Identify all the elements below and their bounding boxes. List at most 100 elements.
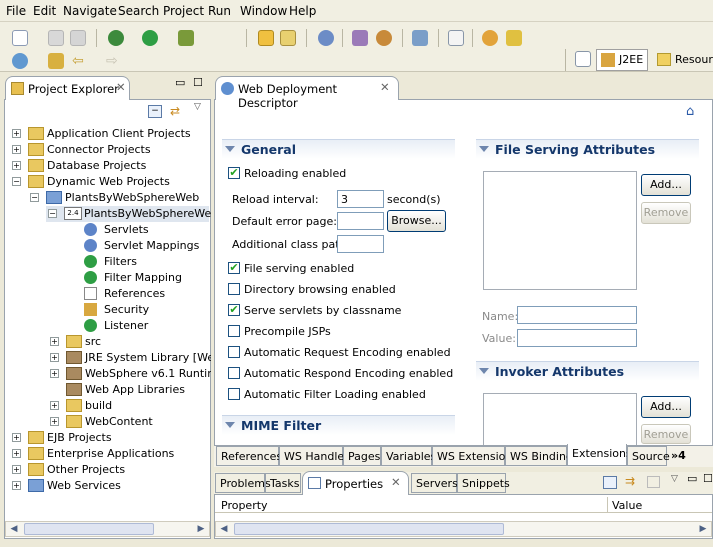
tab-ws-extension[interactable]: WS Extension xyxy=(432,446,512,466)
invoker-attributes-list[interactable] xyxy=(483,393,637,445)
tab-pages[interactable]: Pages xyxy=(343,446,381,466)
tab-web-deployment-descriptor[interactable]: Web Deployment Descriptor ✕ xyxy=(215,76,399,110)
tab-ws-binding[interactable]: WS Binding xyxy=(505,446,573,466)
last-edit-icon[interactable] xyxy=(48,53,64,69)
search-icon[interactable] xyxy=(482,30,498,46)
security-icon xyxy=(84,303,97,316)
reloading-enabled-checkbox[interactable]: ✔ xyxy=(228,167,240,179)
debug-icon[interactable] xyxy=(108,30,124,46)
browse-button[interactable]: Browse... xyxy=(387,210,446,232)
perspective-j2ee[interactable]: J2EE xyxy=(596,49,648,71)
perspective-resource[interactable]: Resource xyxy=(652,49,713,71)
filter-icon[interactable]: ⇉ xyxy=(625,474,635,488)
more-tabs-button[interactable]: »4 xyxy=(667,446,691,466)
tab-source[interactable]: Source xyxy=(627,446,670,466)
expand-icon[interactable] xyxy=(225,146,235,152)
explorer-horizontal-scrollbar[interactable]: ◀ ▶ xyxy=(5,521,210,537)
new-java-project-icon[interactable] xyxy=(258,30,274,46)
open-perspective-icon[interactable] xyxy=(575,51,591,67)
close-icon[interactable]: ✕ xyxy=(116,80,126,94)
directory-browsing-checkbox[interactable] xyxy=(228,283,240,295)
view-menu-icon[interactable]: ▽ xyxy=(671,474,678,484)
scroll-thumb[interactable] xyxy=(234,523,504,535)
web-service-icon[interactable] xyxy=(318,30,334,46)
column-property[interactable]: Property xyxy=(221,499,268,512)
menu-project[interactable]: Project xyxy=(163,4,204,18)
new-package-icon[interactable] xyxy=(280,30,296,46)
attribute-name-input[interactable] xyxy=(517,306,637,324)
tab-project-explorer[interactable]: Project Explorer ✕ xyxy=(5,76,130,100)
tab-variables[interactable]: Variables xyxy=(381,446,436,466)
checkbox-label: File serving enabled xyxy=(244,262,355,275)
ejb-icon[interactable] xyxy=(376,30,392,46)
minimize-icon[interactable]: ▭ xyxy=(687,472,697,485)
expand-icon[interactable] xyxy=(225,422,235,428)
close-icon[interactable]: ✕ xyxy=(380,80,390,94)
default-error-page-input[interactable] xyxy=(337,212,384,230)
maximize-icon[interactable]: ☐ xyxy=(193,76,203,89)
remove-invoker-attribute-button[interactable]: Remove xyxy=(641,424,691,444)
categories-icon[interactable] xyxy=(603,476,617,489)
scroll-right-icon[interactable]: ▶ xyxy=(695,522,711,536)
home-icon[interactable]: ⌂ xyxy=(686,104,694,119)
scroll-thumb[interactable] xyxy=(24,523,154,535)
properties-horizontal-scrollbar[interactable]: ◀ ▶ xyxy=(215,521,712,537)
tab-servers[interactable]: Servers xyxy=(411,473,458,493)
tab-problems[interactable]: Problems xyxy=(215,473,271,493)
tab-extensions[interactable]: Extensions xyxy=(567,444,632,466)
file-serving-enabled-checkbox[interactable]: ✔ xyxy=(228,262,240,274)
expand-icon[interactable] xyxy=(479,368,489,374)
tab-ws-handler[interactable]: WS Handler xyxy=(279,446,349,466)
edit-icon[interactable] xyxy=(506,30,522,46)
auto-respond-encoding-checkbox[interactable] xyxy=(228,367,240,379)
tree-item[interactable]: −2.4 PlantsByWebSphereWeb xyxy=(46,206,211,222)
link-editor-icon[interactable]: ⇄ xyxy=(170,104,180,118)
scroll-left-icon[interactable]: ◀ xyxy=(216,522,232,536)
serve-servlets-checkbox[interactable]: ✔ xyxy=(228,304,240,316)
auto-request-encoding-checkbox[interactable] xyxy=(228,346,240,358)
view-menu-icon[interactable]: ▽ xyxy=(194,102,201,112)
menu-window[interactable]: Window xyxy=(240,4,287,18)
expand-icon[interactable] xyxy=(479,146,489,152)
restore-default-icon[interactable] xyxy=(647,476,660,488)
maximize-icon[interactable]: ☐ xyxy=(703,472,713,485)
properties-icon xyxy=(308,477,321,489)
scroll-left-icon[interactable]: ◀ xyxy=(6,522,22,536)
save-icon[interactable] xyxy=(48,30,64,46)
tab-snippets[interactable]: Snippets xyxy=(457,473,510,493)
print-icon[interactable] xyxy=(70,30,86,46)
forward-arrow-icon[interactable]: ⇨ xyxy=(106,53,122,69)
menu-edit[interactable]: Edit xyxy=(33,4,56,18)
menu-search[interactable]: Search xyxy=(118,4,159,18)
menu-file[interactable]: File xyxy=(6,4,26,18)
attribute-value-input[interactable] xyxy=(517,329,637,347)
external-tools-icon[interactable] xyxy=(178,30,194,46)
tab-properties[interactable]: Properties ✕ xyxy=(302,471,409,495)
menu-navigate[interactable]: Navigate xyxy=(63,4,117,18)
remove-file-serving-attribute-button[interactable]: Remove xyxy=(641,202,691,224)
open-type-icon[interactable] xyxy=(448,30,464,46)
precompile-jsps-checkbox[interactable] xyxy=(228,325,240,337)
database-icon[interactable] xyxy=(412,30,428,46)
column-value[interactable]: Value xyxy=(612,499,642,512)
collapse-all-icon[interactable]: − xyxy=(148,105,162,118)
close-icon[interactable]: ✕ xyxy=(391,475,401,489)
server-icon[interactable] xyxy=(352,30,368,46)
auto-filter-loading-checkbox[interactable] xyxy=(228,388,240,400)
back-arrow-icon[interactable]: ⇦ xyxy=(72,53,88,69)
file-serving-attributes-list[interactable] xyxy=(483,171,637,290)
minimize-icon[interactable]: ▭ xyxy=(175,76,185,89)
menu-help[interactable]: Help xyxy=(289,4,316,18)
tab-references[interactable]: References xyxy=(216,446,282,466)
scroll-right-icon[interactable]: ▶ xyxy=(193,522,209,536)
globe-icon[interactable] xyxy=(12,53,28,69)
add-file-serving-attribute-button[interactable]: Add... xyxy=(641,174,691,196)
additional-class-path-input[interactable] xyxy=(337,235,384,253)
menu-run[interactable]: Run xyxy=(208,4,231,18)
folder-icon xyxy=(28,127,44,140)
new-icon[interactable] xyxy=(12,30,28,46)
add-invoker-attribute-button[interactable]: Add... xyxy=(641,396,691,418)
run-icon[interactable] xyxy=(142,30,158,46)
tab-tasks[interactable]: Tasks xyxy=(265,473,301,493)
reload-interval-input[interactable]: 3 xyxy=(337,190,384,208)
